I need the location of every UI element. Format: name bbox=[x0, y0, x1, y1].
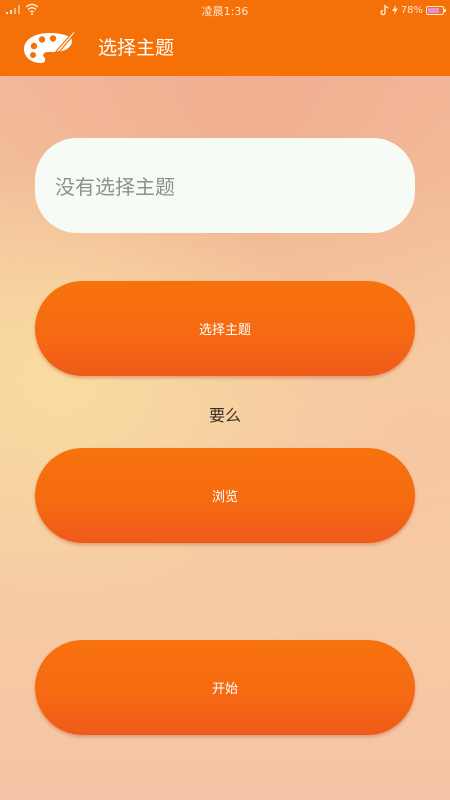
status-bar: 凌晨1:36 78% bbox=[0, 0, 450, 20]
palette-icon bbox=[24, 30, 76, 63]
charging-icon bbox=[391, 5, 398, 15]
app-header: 凌晨1:36 78% 选择主题 bbox=[0, 0, 450, 76]
browse-button[interactable]: 浏览 bbox=[35, 448, 415, 543]
start-button[interactable]: 开始 bbox=[35, 640, 415, 735]
select-theme-button[interactable]: 选择主题 bbox=[35, 281, 415, 376]
selected-theme-text: 没有选择主题 bbox=[55, 175, 175, 199]
or-divider-text: 要么 bbox=[208, 406, 241, 425]
battery-level-fill bbox=[428, 7, 439, 13]
screen: 凌晨1:36 78% 选择主题 没有选择主题 选择主题 要么 浏览 开始 bbox=[0, 0, 450, 800]
battery-percent: 78% bbox=[400, 4, 423, 16]
tiktok-icon bbox=[380, 4, 389, 15]
battery-icon bbox=[426, 5, 446, 15]
status-right-group: 78% bbox=[380, 3, 446, 17]
selected-theme-display: 没有选择主题 bbox=[35, 138, 415, 233]
app-title: 选择主题 bbox=[98, 37, 175, 59]
